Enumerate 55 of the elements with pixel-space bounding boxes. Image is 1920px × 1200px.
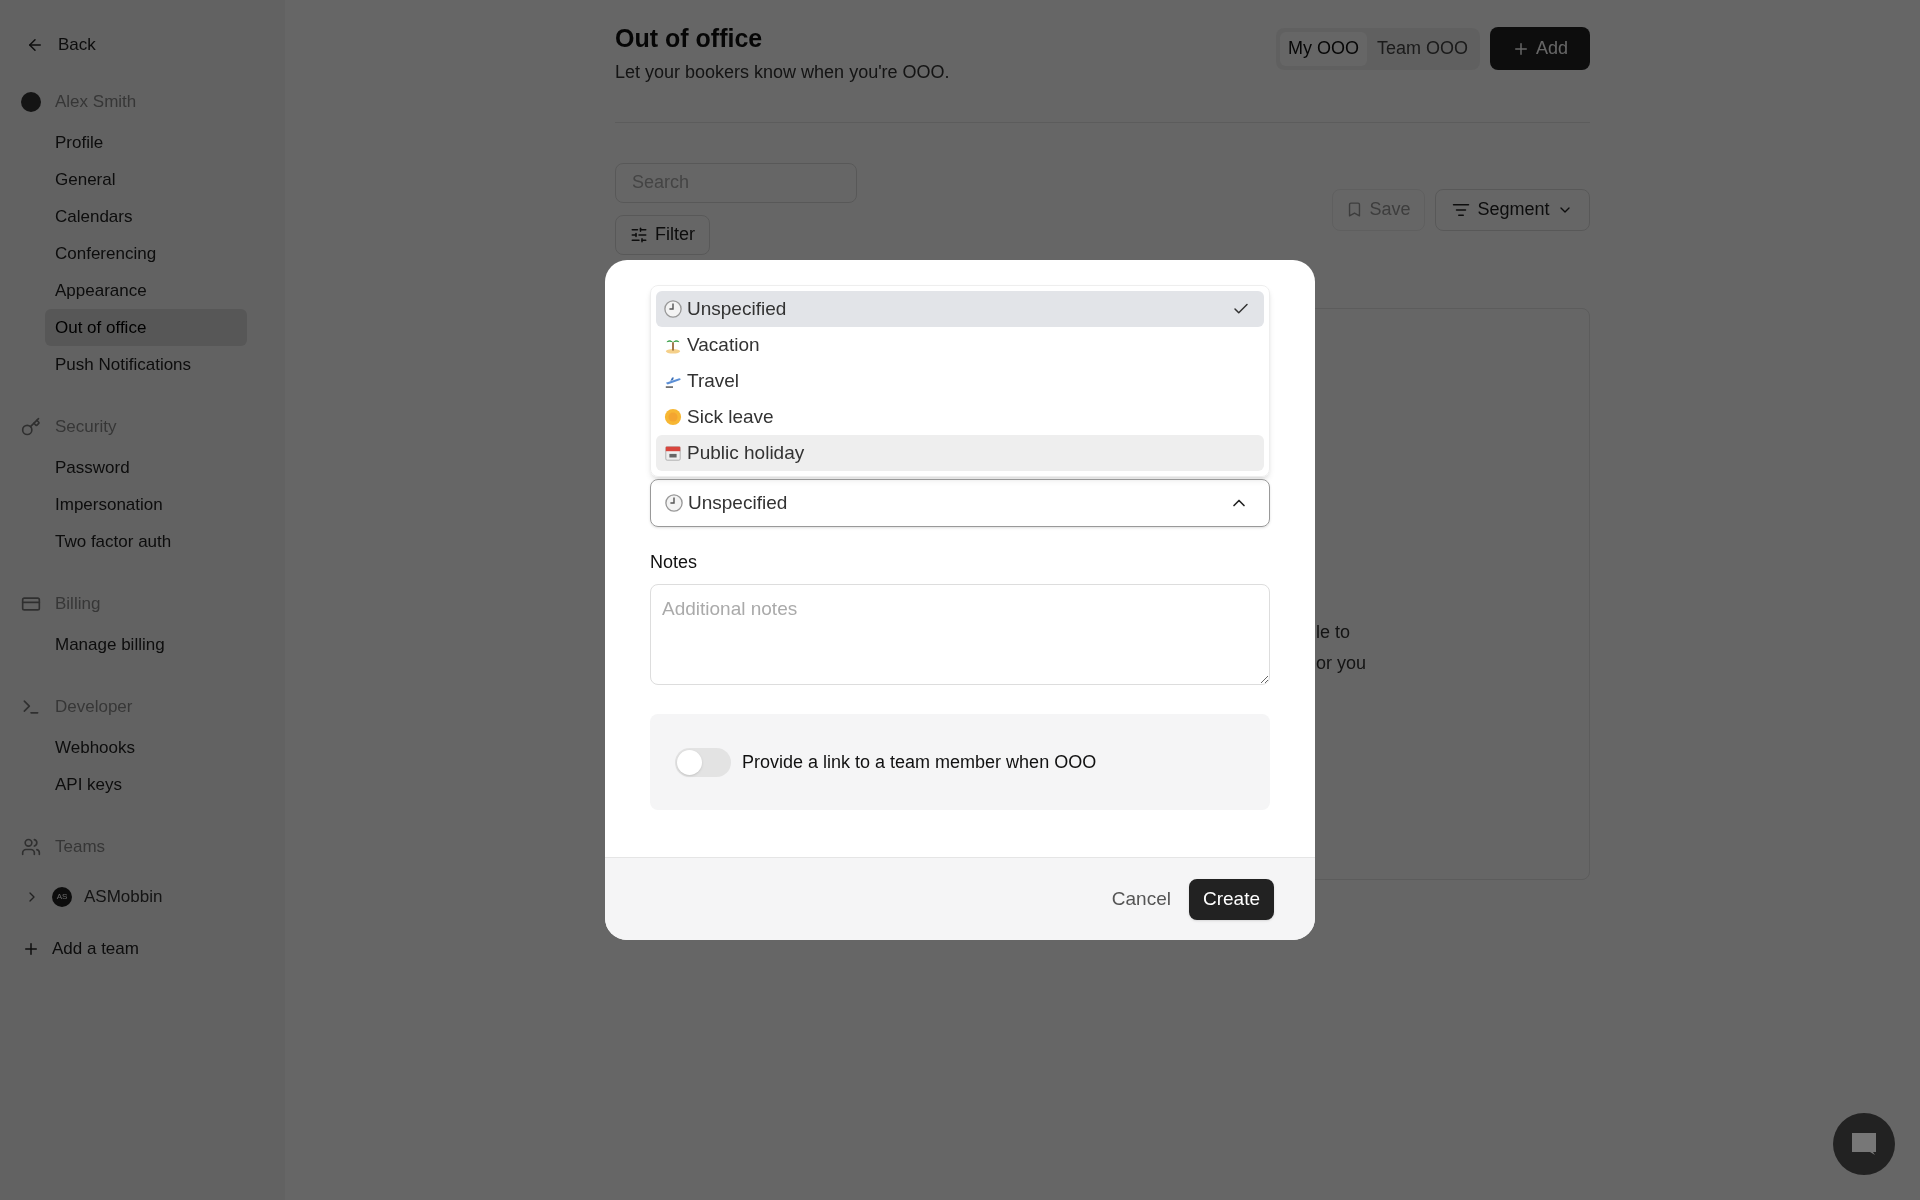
clock-icon bbox=[664, 300, 682, 318]
tab[interactable]: Team OOO bbox=[1368, 31, 1476, 66]
dropdown-option[interactable]: Travel bbox=[656, 363, 1264, 399]
dropdown-option[interactable]: Sick leave bbox=[656, 399, 1264, 435]
option-label: Unspecified bbox=[687, 296, 788, 321]
sidebar-item[interactable]: Impersonation bbox=[45, 486, 247, 523]
dropdown-option[interactable]: Unspecified bbox=[656, 291, 1264, 327]
back-link[interactable]: Back bbox=[20, 32, 265, 58]
option-label: Vacation bbox=[687, 332, 761, 357]
sidebar-item[interactable]: API keys bbox=[45, 766, 247, 803]
toggle-label: Provide a link to a team member when OOO bbox=[742, 750, 1097, 774]
sidebar-item[interactable]: Appearance bbox=[45, 272, 247, 309]
option-label: Sick leave bbox=[687, 404, 775, 429]
sidebar-item[interactable]: Profile bbox=[45, 124, 247, 161]
sliders-icon bbox=[630, 225, 648, 244]
sidebar-item[interactable]: Webhooks bbox=[45, 729, 247, 766]
filter-button[interactable]: Filter bbox=[615, 214, 710, 255]
sidebar-item[interactable]: Calendars bbox=[45, 198, 247, 235]
option-label: Public holiday bbox=[687, 440, 806, 465]
toggle-switch[interactable] bbox=[675, 747, 731, 777]
segment-button[interactable]: Segment bbox=[1435, 188, 1590, 231]
notes-field[interactable]: Additional notes bbox=[650, 584, 1270, 685]
sidebar-item[interactable]: General bbox=[45, 161, 247, 198]
tab[interactable]: My OOO bbox=[1279, 31, 1367, 66]
add-team-button[interactable]: Add a team bbox=[20, 935, 265, 963]
sidebar-item[interactable]: Password bbox=[45, 449, 247, 486]
clock-icon bbox=[665, 494, 683, 512]
cancel-button[interactable]: Cancel bbox=[1111, 884, 1171, 914]
sidebar-item[interactable]: Out of office bbox=[45, 309, 247, 346]
reason-select[interactable]: Unspecified bbox=[650, 479, 1270, 527]
description-text: le to bbox=[1316, 620, 1352, 644]
page-subtitle: Let your bookers know when you're OOO. bbox=[615, 60, 950, 84]
create-button[interactable]: Create bbox=[1188, 878, 1274, 920]
dropdown-option[interactable]: Vacation bbox=[656, 327, 1264, 363]
dropdown-option[interactable]: Public holiday bbox=[656, 435, 1264, 471]
plus-icon bbox=[22, 940, 40, 958]
add-button[interactable]: Add bbox=[1489, 27, 1590, 70]
sidebar-item[interactable]: Manage billing bbox=[45, 626, 247, 663]
chat-bubble-icon bbox=[1851, 1132, 1877, 1156]
emoji-icon bbox=[664, 408, 682, 426]
avatar-icon bbox=[21, 92, 41, 112]
users-icon bbox=[21, 837, 41, 857]
notes-label: Notes bbox=[650, 551, 699, 574]
team-link[interactable]: ASMobbin bbox=[84, 884, 163, 910]
sidebar-item[interactable]: Conferencing bbox=[45, 235, 247, 272]
sidebar-item[interactable]: Push Notifications bbox=[45, 346, 247, 383]
credit-card-icon bbox=[21, 594, 41, 614]
description-text: or you bbox=[1316, 651, 1368, 675]
sidebar-item[interactable]: Two factor auth bbox=[45, 523, 247, 560]
terminal-icon bbox=[21, 697, 41, 717]
page-title: Out of office bbox=[615, 23, 764, 54]
key-icon bbox=[21, 417, 41, 437]
calendar-icon bbox=[664, 444, 682, 462]
option-label: Travel bbox=[687, 368, 741, 393]
team-avatar: AS bbox=[52, 887, 72, 907]
